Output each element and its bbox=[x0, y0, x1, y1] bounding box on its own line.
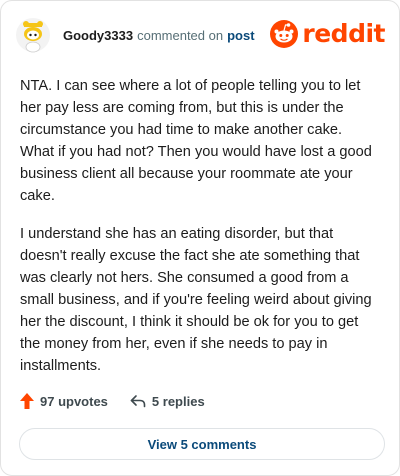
comment-meta: Goody3333 commented on post bbox=[63, 28, 255, 43]
comment-footer: 97 upvotes 5 replies bbox=[20, 393, 227, 409]
reddit-logo[interactable]: reddit bbox=[270, 19, 385, 48]
comment-paragraph-1: NTA. I can see where a lot of people tel… bbox=[20, 78, 372, 204]
upvote-count: 97 upvotes bbox=[40, 393, 108, 409]
view-comments-button[interactable]: View 5 comments bbox=[19, 428, 385, 460]
upvote-arrow-icon bbox=[20, 393, 34, 409]
comment-paragraph-2: I understand she has an eating disorder,… bbox=[20, 226, 372, 374]
reddit-wordmark: reddit bbox=[302, 19, 385, 48]
replies-button[interactable]: 5 replies bbox=[130, 394, 205, 409]
post-link[interactable]: post bbox=[227, 28, 254, 43]
comment-header: Goody3333 commented on post reddit bbox=[15, 15, 385, 55]
username-link[interactable]: Goody3333 bbox=[63, 28, 133, 43]
reddit-snoo-icon bbox=[270, 19, 299, 48]
reply-count: 5 replies bbox=[151, 393, 205, 409]
comment-card: Goody3333 commented on post reddit NTA. I … bbox=[0, 0, 400, 476]
user-avatar-icon[interactable] bbox=[15, 17, 51, 53]
action-text: commented on bbox=[137, 27, 224, 43]
upvote-button[interactable]: 97 upvotes bbox=[20, 393, 108, 409]
comment-body: NTA. I can see where a lot of people tel… bbox=[20, 75, 380, 393]
reply-arrow-icon bbox=[130, 395, 146, 408]
